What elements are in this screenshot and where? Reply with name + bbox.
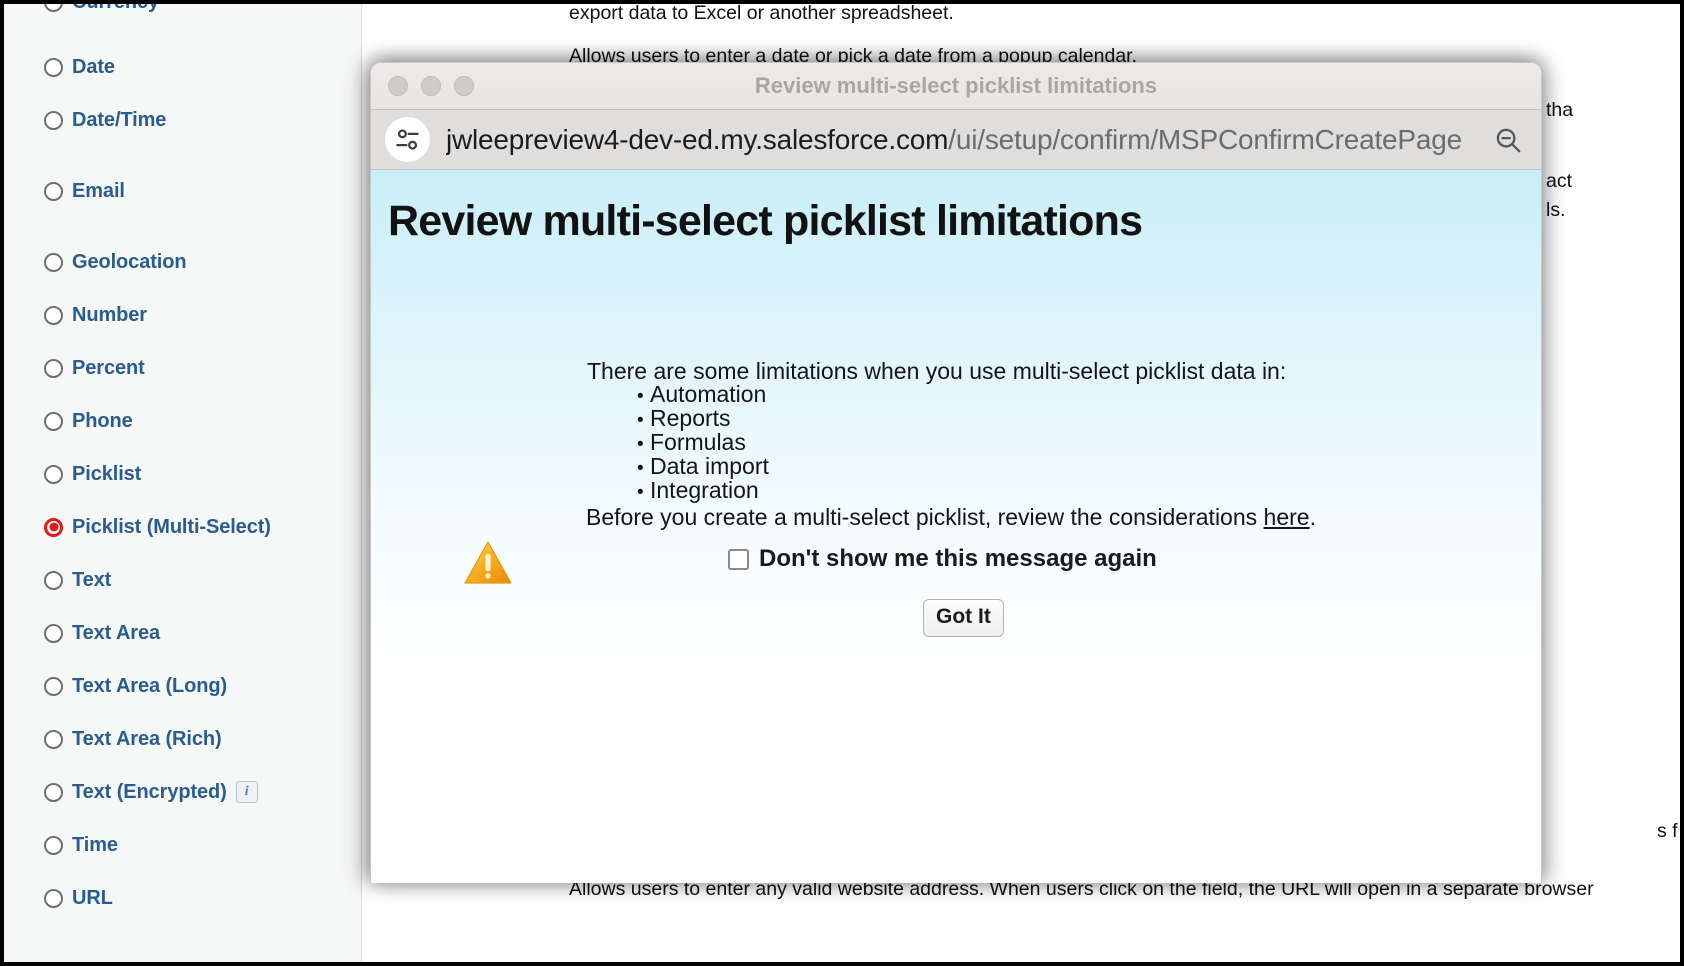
window-title: Review multi-select picklist limitations [754,73,1158,98]
screen-border-top [0,0,1684,4]
field-type-option-text-area-rich[interactable]: Text Area (Rich) [44,727,222,751]
screen-border-bottom [0,962,1684,966]
limitation-item: • Formulas [637,429,769,455]
field-type-description: act [1546,170,1573,192]
limitation-label: Integration [650,477,759,503]
radio-button[interactable] [44,835,63,855]
field-type-option-picklist-multi-select[interactable]: Picklist (Multi-Select) [44,515,271,539]
zoom-button[interactable] [454,76,474,96]
limitations-list: • Automation • Reports • Formulas • Data import… [637,381,769,503]
radio-button[interactable] [44,358,63,378]
field-type-label: Text Area [72,621,161,644]
field-type-option-url[interactable]: URL [44,886,113,910]
field-type-description: export data to Excel or another spreadsh… [569,4,954,24]
got-it-button[interactable]: Got It [923,599,1004,637]
field-type-option-text-area[interactable]: Text Area [44,621,160,645]
field-type-label: Text Area (Long) [72,674,228,697]
address-bar[interactable]: jwleepreview4-dev-ed.my.salesforce.com/u… [371,110,1541,170]
radio-button[interactable] [44,782,63,802]
field-type-label: Phone [72,409,133,432]
limitation-label: Formulas [650,429,746,455]
field-type-option-text[interactable]: Text [44,568,111,592]
window-titlebar: Review multi-select picklist limitations [371,63,1541,110]
outro-after: . [1309,504,1316,530]
radio-button[interactable] [44,305,63,325]
field-type-option-date-time[interactable]: Date/Time [44,108,166,132]
field-type-label: Text (Encrypted) [72,780,227,803]
limitation-item: • Automation [637,381,769,407]
limitation-item: • Reports [637,405,769,431]
dont-show-again-label: Don't show me this message again [759,545,1157,572]
field-type-description: ls. [1546,199,1566,221]
minimize-button[interactable] [421,76,441,96]
radio-button[interactable] [44,676,63,696]
field-type-option-geolocation[interactable]: Geolocation [44,250,187,274]
radio-button[interactable] [44,517,63,537]
field-type-description: tha [1546,99,1574,121]
limitation-label: Automation [650,381,767,407]
outro-before: Before you create a multi-select picklis… [586,504,1264,530]
limitation-item: • Data import [637,453,769,479]
field-type-label: URL [72,886,113,909]
field-type-label: Picklist (Multi-Select) [72,515,271,538]
field-type-option-currency[interactable]: Currency [44,4,159,14]
field-type-label: Date/Time [72,108,167,131]
field-type-label: Number [72,303,147,326]
limitation-label: Reports [650,405,731,431]
close-button[interactable] [388,76,408,96]
dialog-page: Review multi-select picklist limitations… [371,170,1541,883]
site-settings-icon[interactable] [385,117,430,162]
radio-button[interactable] [44,570,63,590]
field-type-option-number[interactable]: Number [44,303,147,327]
bullet-glyph: • [637,482,644,503]
field-type-label: Text [72,568,112,591]
url-path: /ui/setup/confirm/MSPConfirmCreatePage [948,123,1463,155]
field-type-option-text-encrypted[interactable]: Text (Encrypted) i [44,780,258,804]
radio-button[interactable] [44,181,63,201]
radio-button[interactable] [44,888,63,908]
field-type-option-picklist[interactable]: Picklist [44,462,141,486]
field-type-option-email[interactable]: Email [44,179,125,203]
radio-button[interactable] [44,464,63,484]
field-type-option-phone[interactable]: Phone [44,409,133,433]
field-type-label: Currency [72,4,159,14]
dont-show-again-checkbox[interactable] [728,548,749,570]
field-type-option-date[interactable]: Date [44,55,115,79]
field-type-label: Percent [72,356,145,379]
field-type-label: Geolocation [72,250,187,273]
radio-button[interactable] [44,4,63,12]
field-type-label: Email [72,179,125,202]
screen-border-left [0,0,4,966]
field-type-option-percent[interactable]: Percent [44,356,145,380]
field-type-label: Picklist [72,462,142,485]
page-title: Review multi-select picklist limitations [388,197,1143,245]
warning-triangle-icon [463,540,513,585]
url-host: jwleepreview4-dev-ed.my.salesforce.com [446,123,949,155]
field-type-label: Text Area (Rich) [72,727,222,750]
screen: Currency Date Date/Time Email Geolocation Num… [0,0,1684,966]
dont-show-again-row[interactable]: Don't show me this message again [728,545,1157,573]
radio-button[interactable] [44,411,63,431]
radio-button[interactable] [44,57,63,77]
field-type-option-time[interactable]: Time [44,833,118,857]
field-type-label: Time [72,833,118,856]
limitation-item: • Integration [637,477,769,503]
radio-button[interactable] [44,110,63,130]
limitation-label: Data import [650,453,769,479]
dialog-outro-text: Before you create a multi-select picklis… [586,504,1316,531]
zoom-out-icon[interactable] [1491,123,1525,157]
url-text[interactable]: jwleepreview4-dev-ed.my.salesforce.com/u… [446,124,1479,156]
radio-button[interactable] [44,252,63,272]
info-icon[interactable]: i [235,781,258,803]
window-controls[interactable] [388,76,474,96]
radio-button[interactable] [44,729,63,749]
field-type-description: s f [1657,820,1678,842]
screen-border-right [1680,0,1684,966]
browser-window: Review multi-select picklist limitations… [370,62,1542,883]
radio-button[interactable] [44,623,63,643]
field-type-label: Date [72,55,115,78]
field-type-option-text-area-long[interactable]: Text Area (Long) [44,674,227,698]
considerations-link[interactable]: here [1264,504,1310,530]
